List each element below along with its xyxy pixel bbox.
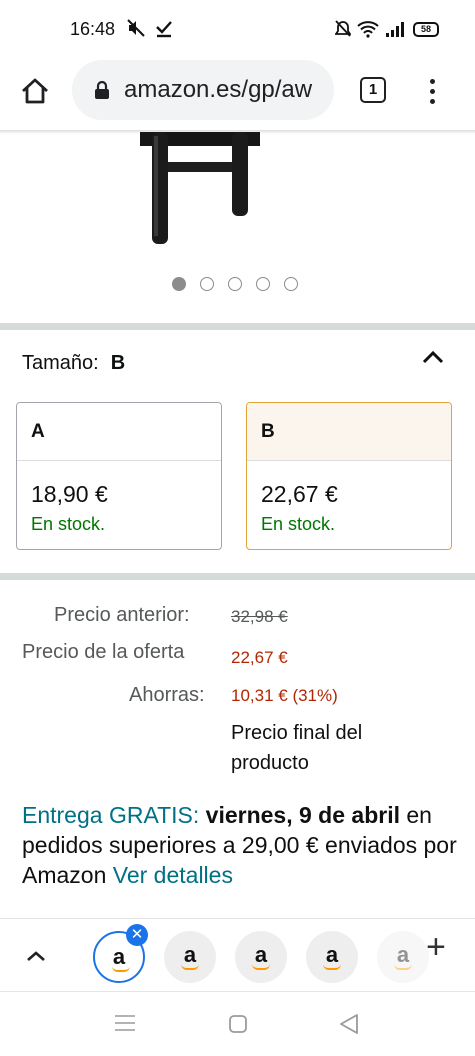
address-bar[interactable]: amazon.es/gp/aw [72,60,334,120]
wifi-icon [357,21,379,38]
carousel-dot[interactable] [228,277,242,291]
size-option-a[interactable]: A 18,90 € En stock. [16,402,222,550]
carousel-dot[interactable] [172,277,186,291]
savings-value: 10,31 € (31%) [231,686,338,705]
size-option-name: A [17,403,221,461]
chevron-up-icon[interactable] [25,949,47,963]
browser-toolbar: amazon.es/gp/aw 1 [0,60,475,130]
size-option-name: B [247,403,451,461]
alarm-off-icon [335,20,351,37]
previous-price-value: 32,98 € [231,607,288,626]
offer-price-label: Precio de la oferta [22,641,185,663]
size-option-b[interactable]: B 22,67 € En stock. [246,402,452,550]
tab-thumbnail[interactable]: a [164,931,216,983]
section-divider [0,323,475,330]
close-tab-icon[interactable]: ✕ [126,924,148,946]
status-bar: 16:48 58 [0,0,475,60]
url-text: amazon.es/gp/aw [124,76,313,103]
free-delivery-label: Entrega GRATIS: [22,802,200,828]
delivery-details-link[interactable]: Ver detalles [113,862,233,888]
back-icon[interactable] [338,1013,360,1035]
size-selected-value: B [110,352,126,374]
battery-icon: 58 [413,21,439,37]
home-icon[interactable] [20,76,50,106]
carousel-dot[interactable] [256,277,270,291]
carousel-dot[interactable] [284,277,298,291]
size-option-price: 22,67 € [261,481,338,507]
size-selector-header[interactable]: Tamaño: B [22,352,125,375]
home-nav-icon[interactable] [228,1014,248,1034]
tab-strip: aaaaa [0,918,475,992]
section-divider [0,573,475,580]
mute-icon [127,19,145,37]
size-option-price: 18,90 € [31,481,108,507]
status-time: 16:48 [70,19,116,39]
menu-icon[interactable] [114,1014,136,1032]
download-done-icon [156,21,172,38]
carousel-dot[interactable] [200,277,214,291]
previous-price-label: Precio anterior: [54,604,190,626]
delivery-date: viernes, 9 de abril [205,802,400,828]
system-nav-bar [0,993,475,1056]
size-option-stock: En stock. [31,514,106,534]
tab-switcher-button[interactable]: 1 [360,77,386,103]
tab-thumbnail[interactable]: a [377,931,429,983]
final-price-note: Precio final del producto [231,722,363,774]
signal-icon [386,22,404,37]
savings-label: Ahorras: [129,684,205,706]
tab-thumbnail[interactable]: a [306,931,358,983]
more-menu-icon[interactable] [424,76,440,106]
chevron-up-icon[interactable] [422,350,444,364]
product-image[interactable] [140,132,260,244]
tab-thumbnail[interactable]: a [235,931,287,983]
size-option-stock: En stock. [261,514,336,534]
delivery-info: Entrega GRATIS: viernes, 9 de abril en p… [22,800,462,890]
offer-price-value: 22,67 € [231,648,288,667]
lock-icon [95,80,109,99]
size-label: Tamaño: [22,352,99,374]
carousel-indicator [172,277,298,291]
new-tab-icon[interactable]: + [426,930,446,964]
